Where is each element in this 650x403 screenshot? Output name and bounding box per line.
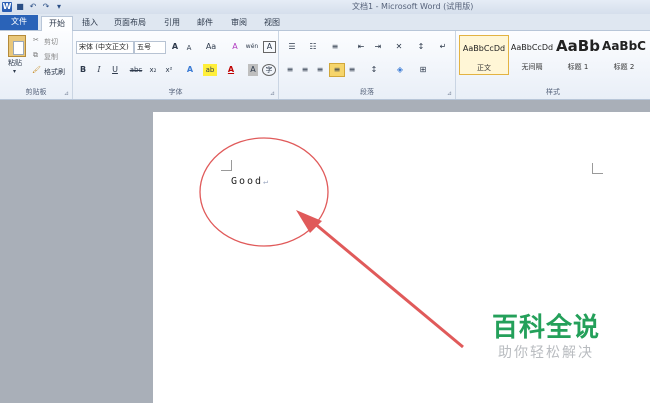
shading-icon[interactable]: ◈	[392, 64, 408, 76]
title-bar: W ■ ↶ ↷ ▾ 文档1 - Microsoft Word (试用版)	[0, 0, 650, 14]
text-effects-icon[interactable]: A	[183, 64, 197, 76]
style-sample: AaBbC	[602, 39, 646, 53]
window-title: 文档1 - Microsoft Word (试用版)	[352, 2, 474, 11]
customize-qat-icon[interactable]: ▾	[54, 2, 64, 12]
style-normal[interactable]: AaBbCcDd 正文	[459, 35, 509, 75]
line-spacing-icon[interactable]: ↕	[366, 64, 382, 76]
undo-icon[interactable]: ↶	[28, 2, 38, 12]
clipboard-group: 粘贴 ▾ ✂ 剪切 ⧉ 复制 🖌 格式刷 剪贴板 ⊿	[0, 31, 73, 99]
clipboard-launcher-icon[interactable]: ⊿	[64, 90, 69, 97]
paste-dropdown-icon[interactable]: ▾	[13, 68, 16, 75]
save-icon[interactable]: ■	[15, 2, 25, 12]
style-sample: AaBb	[556, 37, 600, 55]
align-center-icon[interactable]: ≡	[299, 64, 311, 76]
tab-references[interactable]: 引用	[161, 16, 183, 30]
clipboard-group-label: 剪贴板	[25, 88, 47, 96]
style-sample: AaBbCcDd	[510, 43, 554, 52]
strikethrough-button[interactable]: abc	[129, 64, 143, 76]
cut-icon[interactable]: ✂	[33, 36, 39, 44]
multilevel-list-icon[interactable]: ≡	[327, 41, 343, 53]
justify-icon[interactable]: ≡	[329, 63, 345, 77]
tab-page-layout[interactable]: 页面布局	[111, 16, 149, 30]
redo-icon[interactable]: ↷	[41, 2, 51, 12]
font-color-button[interactable]: A	[226, 64, 236, 76]
watermark-title: 百科全说	[491, 313, 600, 343]
tab-view[interactable]: 视图	[261, 16, 283, 30]
highlight-button[interactable]: ab	[203, 64, 217, 76]
word-logo-icon: W	[2, 2, 12, 12]
italic-button[interactable]: I	[94, 64, 104, 76]
tab-mailings[interactable]: 邮件	[194, 16, 216, 30]
tab-home[interactable]: 开始	[41, 16, 73, 31]
style-no-spacing[interactable]: AaBbCcDd 无间隔	[508, 35, 556, 73]
style-name: 标题 1	[567, 63, 589, 71]
style-name: 无间隔	[521, 63, 543, 71]
distributed-icon[interactable]: ≡	[346, 64, 358, 76]
borders-icon[interactable]: ⊞	[415, 64, 431, 76]
bullets-icon[interactable]: ☰	[284, 41, 300, 53]
document-text[interactable]: Good↵	[231, 176, 268, 187]
paste-icon[interactable]	[8, 35, 26, 57]
clear-formatting-button[interactable]: A	[230, 41, 240, 53]
shrink-font-button[interactable]: A	[184, 42, 194, 54]
character-border-button[interactable]: A	[263, 41, 276, 53]
copy-button[interactable]: 复制	[44, 52, 58, 62]
paragraph-group-label: 段落	[360, 88, 374, 96]
font-launcher-icon[interactable]: ⊿	[270, 90, 275, 97]
style-heading-2[interactable]: AaBbC 标题 2	[600, 35, 648, 73]
tab-insert[interactable]: 插入	[79, 16, 101, 30]
styles-group: AaBbCcDd 正文 AaBbCcDd 无间隔 AaBb 标题 1 AaBbC…	[456, 31, 650, 99]
styles-group-label: 样式	[546, 88, 560, 96]
font-name-combo[interactable]: 宋体 (中文正文)	[76, 41, 134, 54]
copy-icon[interactable]: ⧉	[33, 51, 38, 60]
paragraph-mark-icon: ↵	[263, 177, 268, 186]
grow-font-button[interactable]: A	[170, 41, 180, 53]
quick-access-toolbar: W ■ ↶ ↷ ▾	[2, 1, 64, 13]
bold-button[interactable]: B	[78, 64, 88, 76]
increase-indent-icon[interactable]: ⇥	[371, 41, 385, 53]
ribbon-tabs: 文件 开始 插入 页面布局 引用 邮件 审阅 视图	[0, 14, 650, 31]
format-painter-button[interactable]: 格式刷	[44, 67, 65, 77]
asian-layout-icon[interactable]: ✕	[392, 41, 406, 53]
underline-button[interactable]: U	[110, 64, 120, 76]
style-sample: AaBbCcDd	[462, 44, 506, 53]
style-name: 正文	[477, 64, 491, 72]
ribbon: 粘贴 ▾ ✂ 剪切 ⧉ 复制 🖌 格式刷 剪贴板 ⊿ 宋体 (中文正文) 五号 …	[0, 31, 650, 100]
font-group-label: 字体	[168, 88, 183, 96]
align-left-icon[interactable]: ≡	[284, 64, 296, 76]
superscript-button[interactable]: x²	[163, 64, 175, 76]
numbering-icon[interactable]: ☷	[305, 41, 321, 53]
tab-review[interactable]: 审阅	[228, 16, 250, 30]
phonetic-guide-button[interactable]: wén	[244, 41, 260, 53]
crop-mark-top-left	[221, 160, 232, 171]
style-heading-1[interactable]: AaBb 标题 1	[554, 35, 602, 73]
crop-mark-top-right	[592, 163, 603, 174]
watermark: 百科全说 助你轻松解决	[480, 312, 612, 362]
font-group: 宋体 (中文正文) 五号 A A Aa A wén A B I U abc x₂…	[73, 31, 279, 99]
paragraph-group: ☰ ☷ ≡ ⇤ ⇥ ✕ ↕ ↵ ≡ ≡ ≡ ≡ ≡ ↕ ◈ ⊞ 段落 ⊿	[279, 31, 456, 99]
decrease-indent-icon[interactable]: ⇤	[354, 41, 368, 53]
enclose-characters-button[interactable]: 字	[262, 64, 276, 76]
character-shading-button[interactable]: A	[248, 64, 258, 76]
font-size-combo[interactable]: 五号	[134, 41, 166, 54]
tab-file[interactable]: 文件	[0, 15, 38, 30]
paragraph-launcher-icon[interactable]: ⊿	[447, 90, 452, 97]
cut-button[interactable]: 剪切	[44, 37, 58, 47]
paste-button[interactable]: 粘贴	[8, 58, 22, 68]
show-marks-icon[interactable]: ↵	[437, 41, 449, 53]
watermark-subtitle: 助你轻松解决	[498, 345, 594, 361]
align-right-icon[interactable]: ≡	[314, 64, 326, 76]
document-word: Good	[231, 176, 264, 187]
change-case-button[interactable]: Aa	[203, 41, 219, 53]
format-painter-icon[interactable]: 🖌	[32, 66, 41, 74]
style-name: 标题 2	[613, 63, 635, 71]
subscript-button[interactable]: x₂	[147, 64, 159, 76]
sort-icon[interactable]: ↕	[415, 41, 427, 53]
